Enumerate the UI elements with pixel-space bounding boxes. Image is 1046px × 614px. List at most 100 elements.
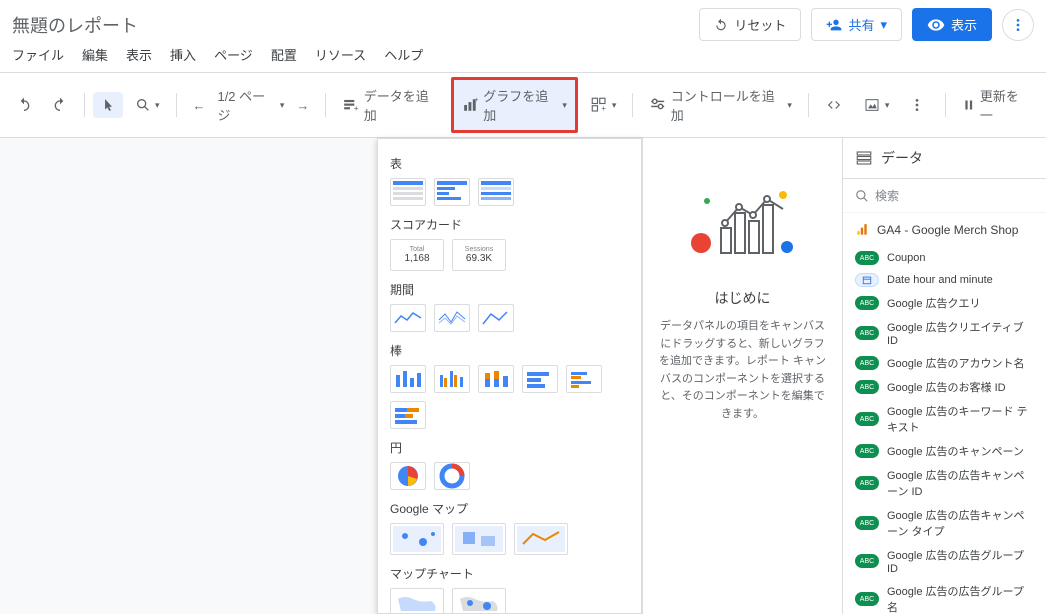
text-field-badge: ABC xyxy=(855,554,879,568)
text-field-badge: ABC xyxy=(855,380,879,394)
bar-thumb-3[interactable] xyxy=(478,365,514,393)
menu-file[interactable]: ファイル xyxy=(12,45,64,64)
image-icon xyxy=(863,97,881,113)
chevron-down-icon[interactable]: ▾ xyxy=(280,100,285,111)
add-chart-button[interactable]: + グラフを追加 ▾ xyxy=(451,77,578,133)
mapchart-thumb-2[interactable] xyxy=(452,588,506,614)
menu-arrange[interactable]: 配置 xyxy=(271,45,297,64)
svg-text:+: + xyxy=(601,104,606,113)
scorecard-thumb-2[interactable]: Sessions69.3K xyxy=(452,239,506,271)
table-thumb-3[interactable] xyxy=(478,178,514,206)
data-source[interactable]: GA4 - Google Merch Shop xyxy=(843,213,1046,247)
undo-button[interactable] xyxy=(8,91,40,119)
menu-view[interactable]: 表示 xyxy=(126,45,152,64)
field-item[interactable]: ABCGoogle 広告のお客様 ID xyxy=(843,375,1046,399)
menu-page[interactable]: ページ xyxy=(214,45,253,64)
menu-help[interactable]: ヘルプ xyxy=(384,45,423,64)
table-thumb-2[interactable] xyxy=(434,178,470,206)
field-item[interactable]: ABCGoogle 広告の広告キャンペーン タイプ xyxy=(843,503,1046,543)
share-button[interactable]: 共有 ▾ xyxy=(811,8,902,41)
period-thumb-1[interactable] xyxy=(390,304,426,332)
field-item[interactable]: ABCGoogle 広告の広告グループ名 xyxy=(843,579,1046,614)
embed-button[interactable] xyxy=(817,92,851,118)
add-control-button[interactable]: コントロールを追加 ▾ xyxy=(641,80,800,130)
field-item[interactable]: ABC Google 広告クエリ xyxy=(843,291,1046,315)
field-label: Google 広告の広告キャンペーン ID xyxy=(887,467,1034,499)
view-button[interactable]: 表示 xyxy=(912,8,992,41)
map-thumb-2[interactable] xyxy=(452,523,506,555)
period-thumb-3[interactable] xyxy=(478,304,514,332)
section-table: 表 xyxy=(390,155,629,172)
more-options-button[interactable] xyxy=(1002,9,1034,41)
bar-thumb-5[interactable] xyxy=(566,365,602,393)
field-item[interactable]: ABCCoupon xyxy=(843,247,1046,269)
community-viz-button[interactable]: +▾ xyxy=(582,90,625,120)
pie-thumb-1[interactable] xyxy=(390,462,426,490)
field-label: Google 広告クエリ xyxy=(887,295,981,311)
zoom-tool[interactable]: ▾ xyxy=(127,91,168,119)
bar-thumb-1[interactable] xyxy=(390,365,426,393)
text-field-badge: ABC xyxy=(855,476,879,490)
chart-icon: + xyxy=(462,96,479,114)
map-thumb-3[interactable] xyxy=(514,523,568,555)
more-vert-icon xyxy=(1010,17,1026,33)
text-field-badge: ABC xyxy=(855,251,879,265)
menu-insert[interactable]: 挿入 xyxy=(170,45,196,64)
image-button[interactable]: ▾ xyxy=(855,91,898,119)
code-icon xyxy=(825,98,843,112)
field-label: Google 広告のキャンペーン xyxy=(887,443,1024,459)
ga4-icon xyxy=(855,223,869,237)
toolbar: ▾ ← 1/2 ページ ▾ → + データを追加 + グラフを追加 ▾ +▾ コ… xyxy=(0,72,1046,138)
text-field-badge: ABC xyxy=(855,326,879,340)
next-page-button[interactable]: → xyxy=(288,92,317,119)
field-label: Google 広告クリエイティブ ID xyxy=(887,319,1034,347)
chart-type-dropdown: 表 スコアカード Total1,168 Sessions69.3K 期間 棒 xyxy=(377,138,642,614)
field-item[interactable]: ABC Google 広告の広告キャンペーン ID xyxy=(843,463,1046,503)
document-title[interactable]: 無題のレポート xyxy=(12,12,138,38)
text-field-badge: ABC xyxy=(855,296,879,310)
more-toolbar-button[interactable] xyxy=(901,91,933,119)
intro-title: はじめに xyxy=(659,288,826,308)
redo-button[interactable] xyxy=(44,91,76,119)
menubar: ファイル 編集 表示 挿入 ページ 配置 リソース ヘルプ xyxy=(0,45,1046,72)
section-googlemap: Google マップ xyxy=(390,500,629,517)
prev-page-button[interactable]: ← xyxy=(184,92,213,119)
chevron-down-icon: ▾ xyxy=(880,17,887,33)
field-item[interactable]: ABCGoogle 広告のキャンペーン xyxy=(843,439,1046,463)
reset-button[interactable]: リセット xyxy=(699,8,801,41)
donut-thumb-1[interactable] xyxy=(434,462,470,490)
field-item[interactable]: ABCGoogle 広告のキーワード テキスト xyxy=(843,399,1046,439)
more-vert-icon xyxy=(909,97,925,113)
data-search[interactable]: 検索 xyxy=(843,179,1046,213)
chevron-down-icon: ▾ xyxy=(885,100,890,111)
bar-thumb-2[interactable] xyxy=(434,365,470,393)
menu-resource[interactable]: リソース xyxy=(315,45,366,64)
field-label: Google 広告の広告キャンペーン タイプ xyxy=(887,507,1034,539)
canvas[interactable]: 表 スコアカード Total1,168 Sessions69.3K 期間 棒 xyxy=(0,138,842,614)
bar-thumb-6[interactable] xyxy=(390,401,426,429)
mapchart-thumb-1[interactable] xyxy=(390,588,444,614)
map-thumb-1[interactable] xyxy=(390,523,444,555)
section-pie: 円 xyxy=(390,439,629,456)
control-icon xyxy=(649,96,666,114)
section-scorecard: スコアカード xyxy=(390,216,629,233)
field-item[interactable]: ABCGoogle 広告のアカウント名 xyxy=(843,351,1046,375)
search-icon xyxy=(855,189,869,203)
intro-panel: はじめに データパネルの項目をキャンバスにドラッグすると、新しいグラフを追加でき… xyxy=(642,138,842,614)
menu-edit[interactable]: 編集 xyxy=(82,45,108,64)
field-item[interactable]: Date hour and minute xyxy=(843,269,1046,291)
add-data-button[interactable]: + データを追加 xyxy=(334,80,447,130)
undo-icon xyxy=(16,97,32,113)
field-item[interactable]: ABC Google 広告クリエイティブ ID xyxy=(843,315,1046,351)
intro-illustration xyxy=(659,178,826,268)
chevron-down-icon: ▾ xyxy=(155,100,160,111)
period-thumb-2[interactable] xyxy=(434,304,470,332)
calendar-icon xyxy=(855,273,879,287)
text-field-badge: ABC xyxy=(855,356,879,370)
scorecard-thumb-1[interactable]: Total1,168 xyxy=(390,239,444,271)
pause-updates-button[interactable]: 更新を一 xyxy=(954,80,1038,130)
data-panel: データ 検索 GA4 - Google Merch Shop ABCCoupon… xyxy=(842,138,1046,614)
table-thumb-1[interactable] xyxy=(390,178,426,206)
pointer-tool[interactable] xyxy=(93,92,123,118)
bar-thumb-4[interactable] xyxy=(522,365,558,393)
